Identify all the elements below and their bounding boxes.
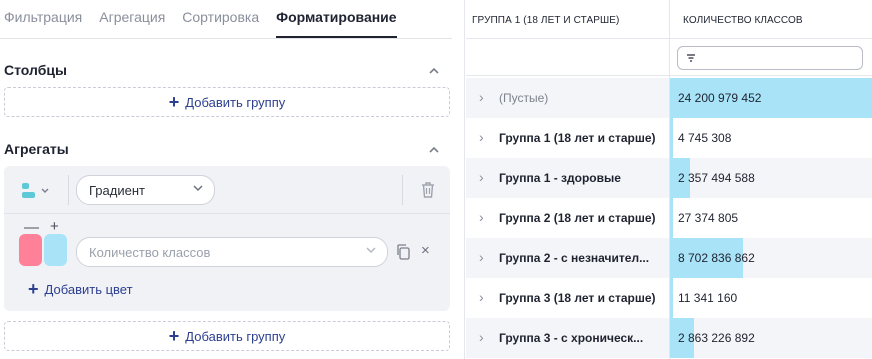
row-count-value: 2 863 226 892 bbox=[678, 331, 755, 345]
aggregate-field-select[interactable]: Количество классов bbox=[76, 237, 388, 267]
add-color-label: Добавить цвет bbox=[44, 281, 133, 297]
copy-icon[interactable] bbox=[395, 243, 411, 261]
filter-icon bbox=[687, 54, 695, 62]
color-swatch-min[interactable] bbox=[19, 234, 42, 266]
plus-icon: + bbox=[28, 279, 39, 299]
header-divider bbox=[68, 175, 69, 205]
expand-chevron-right-icon[interactable]: › bbox=[479, 90, 484, 104]
expand-chevron-right-icon[interactable]: › bbox=[479, 290, 484, 304]
column-filter-input[interactable] bbox=[677, 46, 863, 70]
expand-chevron-right-icon[interactable]: › bbox=[479, 330, 484, 344]
value-bar bbox=[670, 278, 673, 318]
tab-filtering[interactable]: Фильтрация bbox=[4, 0, 82, 38]
row-group-label: Группа 1 - здоровые bbox=[499, 171, 621, 185]
collapse-columns-chevron-up-icon[interactable] bbox=[427, 64, 441, 78]
tab-formatting[interactable]: Форматирование bbox=[276, 0, 397, 38]
add-color-stop-button[interactable]: + bbox=[50, 219, 59, 234]
chevron-down-icon bbox=[192, 181, 204, 199]
row-count-value: 2 357 494 588 bbox=[678, 171, 755, 185]
column-divider bbox=[669, 0, 670, 359]
format-type-select[interactable]: Градиент bbox=[76, 175, 215, 205]
tabs-divider bbox=[0, 38, 452, 39]
value-bar bbox=[670, 198, 673, 238]
header-divider-right bbox=[402, 175, 403, 205]
aggregate-rule-header: Градиент bbox=[4, 166, 450, 214]
color-swatch-max[interactable] bbox=[44, 234, 67, 266]
aggregate-field-placeholder: Количество классов bbox=[89, 244, 211, 260]
columns-section-title: Столбцы bbox=[4, 62, 67, 78]
format-type-bars-icon[interactable] bbox=[22, 182, 49, 200]
row-group-label: (Пустые) bbox=[499, 91, 549, 105]
expand-chevron-right-icon[interactable]: › bbox=[479, 170, 484, 184]
add-aggregate-group-button[interactable]: + Добавить группу bbox=[4, 321, 450, 351]
expand-chevron-right-icon[interactable]: › bbox=[479, 250, 484, 264]
expand-chevron-right-icon[interactable]: › bbox=[479, 130, 484, 144]
collapse-aggregates-chevron-up-icon[interactable] bbox=[427, 143, 441, 157]
row-group-label: Группа 2 (18 лет и старше) bbox=[499, 211, 656, 225]
row-count-value: 27 374 805 bbox=[678, 211, 739, 225]
column-header-count[interactable]: КОЛИЧЕСТВО КЛАССОВ bbox=[683, 15, 803, 26]
close-icon[interactable]: × bbox=[421, 243, 430, 258]
settings-tabs: Фильтрация Агрегация Сортировка Форматир… bbox=[4, 0, 397, 38]
add-aggregate-group-label: Добавить группу bbox=[185, 328, 286, 344]
row-group-label: Группа 3 (18 лет и старше) bbox=[499, 291, 656, 305]
row-group-label: Группа 1 (18 лет и старше) bbox=[499, 131, 656, 145]
chevron-down-icon bbox=[365, 243, 377, 261]
column-header-group[interactable]: ГРУППА 1 (18 ЛЕТ И СТАРШЕ) bbox=[472, 15, 619, 26]
add-color-button[interactable]: + Добавить цвет bbox=[28, 280, 133, 298]
row-count-value: 11 341 160 bbox=[678, 291, 738, 305]
tab-aggregation[interactable]: Агрегация bbox=[99, 0, 165, 38]
row-group-label: Группа 2 - с незначител... bbox=[499, 251, 650, 265]
format-type-value: Градиент bbox=[89, 182, 145, 198]
tab-sorting[interactable]: Сортировка bbox=[182, 0, 259, 38]
add-column-group-button[interactable]: + Добавить группу bbox=[4, 87, 450, 117]
plus-icon: + bbox=[168, 92, 180, 112]
value-bar bbox=[670, 118, 673, 158]
row-count-value: 8 702 836 862 bbox=[678, 251, 755, 265]
row-count-value: 24 200 979 452 bbox=[678, 91, 762, 105]
expand-chevron-right-icon[interactable]: › bbox=[479, 210, 484, 224]
remove-color-button[interactable]: — bbox=[24, 220, 39, 235]
settings-panel: Фильтрация Агрегация Сортировка Форматир… bbox=[0, 0, 465, 359]
aggregates-section-title: Агрегаты bbox=[4, 141, 69, 157]
row-group-label: Группа 3 - с хроническ... bbox=[499, 331, 644, 345]
add-column-group-label: Добавить группу bbox=[185, 94, 286, 110]
trash-icon[interactable] bbox=[420, 181, 436, 199]
plus-icon: + bbox=[168, 326, 180, 346]
row-count-value: 4 745 308 bbox=[678, 131, 732, 145]
